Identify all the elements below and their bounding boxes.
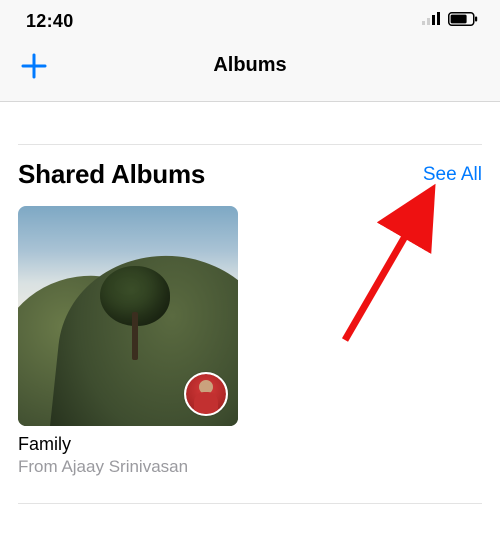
section-title: Shared Albums — [18, 159, 205, 190]
albums-row: Family From Ajaay Srinivasan — [0, 196, 500, 477]
section-header: Shared Albums See All — [0, 145, 500, 196]
battery-icon — [448, 12, 478, 31]
nav-bar: Albums — [0, 42, 500, 102]
page-title: Albums — [0, 54, 500, 77]
status-time: 12:40 — [26, 11, 74, 32]
owner-avatar — [184, 372, 228, 416]
album-tile[interactable]: Family From Ajaay Srinivasan — [18, 206, 238, 477]
divider — [18, 503, 482, 504]
album-subtitle: From Ajaay Srinivasan — [18, 457, 238, 477]
album-thumbnail — [18, 206, 238, 426]
cellular-icon — [422, 12, 442, 31]
see-all-button[interactable]: See All — [423, 164, 482, 186]
album-name: Family — [18, 434, 238, 455]
status-indicators — [422, 12, 478, 31]
status-bar: 12:40 — [0, 0, 500, 42]
